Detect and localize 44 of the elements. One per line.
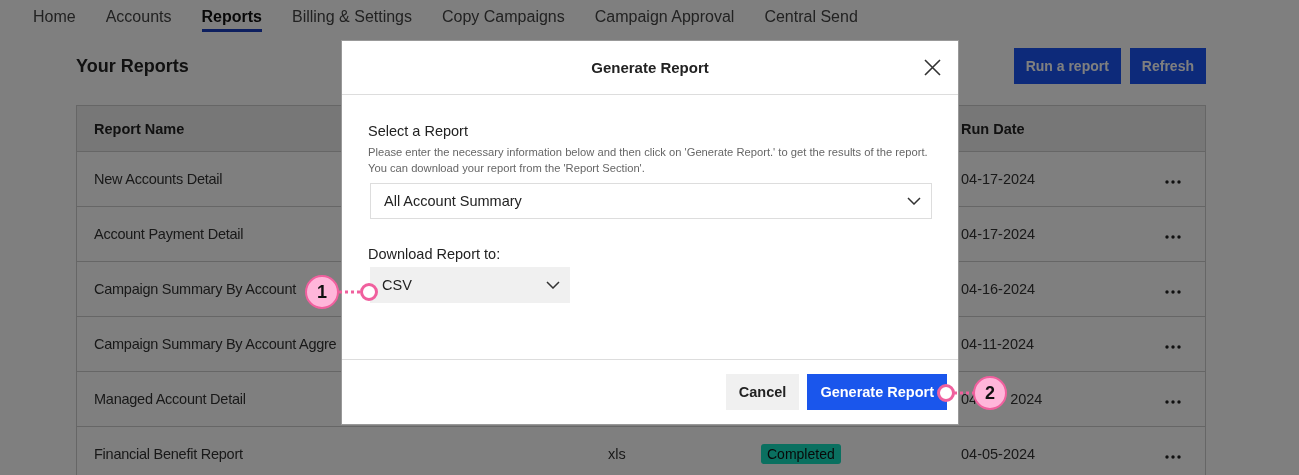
run-date: 04-05-2024	[961, 446, 1036, 462]
nav-tab[interactable]: Accounts	[105, 6, 172, 32]
column-header: Run Date	[961, 120, 1025, 137]
report-name: Account Payment Detail	[94, 226, 244, 242]
more-icon[interactable]	[1165, 290, 1181, 294]
run-date: 2024	[1010, 391, 1043, 407]
close-icon[interactable]	[924, 59, 941, 76]
help-text: Please enter the necessary information below and then click on 'Generate Report.' to get the results of the report. You can download your report from the 'Report Section'.	[368, 145, 929, 176]
generate-button[interactable]: Generate Report	[807, 374, 947, 410]
field-label: Download Report to:	[368, 246, 502, 262]
run-date: 04-11-2024	[961, 336, 1035, 352]
chevron-down-icon	[907, 197, 921, 205]
report-name: Campaign Summary By Account Aggre	[94, 336, 337, 352]
report-name: Managed Account Detail	[94, 391, 246, 407]
step-number: 1	[305, 275, 339, 309]
more-icon[interactable]	[1165, 235, 1181, 239]
nav-tab[interactable]: Reports	[201, 6, 262, 32]
dialog-title: Generate Report	[591, 59, 709, 76]
more-icon[interactable]	[1165, 345, 1181, 349]
page-title: Your Reports	[76, 55, 189, 77]
nav-tab[interactable]: Copy Campaigns	[442, 6, 565, 32]
chevron-down-icon	[546, 281, 560, 289]
table-cell: xls	[608, 446, 626, 462]
run-date: 04-16-2024	[961, 281, 1036, 297]
cancel-button[interactable]: Cancel	[725, 374, 800, 410]
dropdown-field[interactable]: CSV	[370, 267, 570, 303]
report-name: New Accounts Detail	[94, 171, 223, 187]
dropdown-field[interactable]: All Account Summary	[370, 183, 932, 219]
report-button[interactable]: Refresh	[1129, 48, 1206, 84]
nav-tab[interactable]: Home	[33, 6, 76, 32]
more-icon[interactable]	[1165, 400, 1181, 404]
run-date: 04-17-2024	[961, 226, 1036, 242]
report-name: Campaign Summary By Account	[94, 281, 296, 297]
nav-tab[interactable]: Billing & Settings	[291, 6, 412, 32]
report-button[interactable]: Run a report	[1013, 48, 1121, 84]
field-label: Select a Report	[368, 123, 469, 139]
nav-tab[interactable]: Campaign Approval	[594, 6, 735, 32]
column-header: Report Name	[94, 120, 185, 137]
nav-tab[interactable]: Central Send	[764, 6, 858, 32]
more-icon[interactable]	[1165, 180, 1181, 184]
report-name: Financial Benefit Report	[94, 446, 243, 462]
more-icon[interactable]	[1165, 455, 1181, 459]
run-date: 04-17-2024	[961, 171, 1036, 187]
status-badge: Completed	[761, 444, 841, 464]
